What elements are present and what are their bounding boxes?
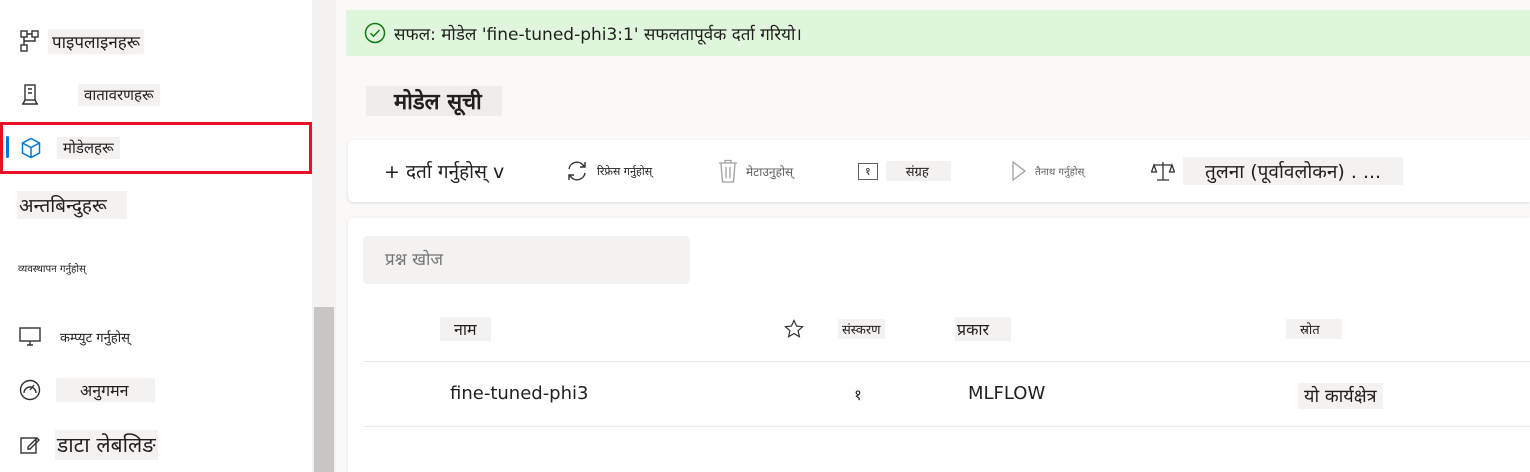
environment-icon [19,84,41,106]
success-banner: सफल: मोडेल 'fine-tuned-phi3:1' सफलतापूर्… [346,10,1530,56]
deploy-label: तैनाथ गर्नुहोस् [1035,167,1085,178]
command-toolbar: + दर्ता गर्नुहोस् v रिफ्रेस गर्नुहोस् मे… [348,140,1530,202]
sidebar-item-label: मोडेलहरू [57,137,120,159]
app-window: पाइपलाइनहरू वातावरणहरू मोडेलहरू अन्तबिन्… [0,0,1530,472]
banner-message: सफल: मोडेल 'fine-tuned-phi3:1' सफलतापूर्… [394,24,802,45]
edit-icon [19,434,41,456]
archive-button[interactable]: १ संग्रह [858,140,951,202]
pipeline-icon [19,30,41,52]
cube-icon [20,137,42,159]
column-header-version[interactable]: संस्करण [838,318,885,340]
model-name-link[interactable]: fine-tuned-phi3 [450,383,588,404]
register-label: + दर्ता गर्नुहोस् v [384,161,505,183]
sidebar-item-monitoring[interactable]: अनुगमन [0,375,312,405]
model-source: यो कार्यक्षेत्र [1298,383,1383,409]
sidebar-item-label: अन्तबिन्दुहरू [17,191,127,219]
trash-icon [719,159,737,183]
compare-button[interactable]: तुलना (पूर्वावलोकन) . ... [1151,140,1404,202]
model-list-panel: नाम संस्करण प्रकार स्रोत fine-tuned-phi3… [348,218,1530,472]
sidebar-item-label: वातावरणहरू [78,84,160,106]
scale-icon [1151,162,1175,181]
sidebar-scrollbar[interactable] [312,0,336,472]
column-header-name[interactable]: नाम [440,317,491,341]
sidebar-item-label: व्यवस्थापन गर्नुहोस् [18,264,86,275]
refresh-button[interactable]: रिफ्रेस गर्नुहोस् [565,140,652,202]
refresh-icon [568,161,586,181]
sidebar-item-label: पाइपलाइनहरू [48,28,145,54]
sidebar-item-data-labeling[interactable]: डाटा लेबलिङ [0,428,312,462]
register-button[interactable]: + दर्ता गर्नुहोस् v [384,140,504,202]
sidebar-item-environments[interactable]: वातावरणहरू [0,80,312,110]
page-title: मोडेल सूची [366,86,502,116]
sidebar-item-label: कम्प्युट गर्नुहोस् [60,331,130,346]
selection-indicator [6,136,9,158]
play-icon [1012,160,1027,182]
row-divider [363,426,1530,427]
favorite-star-icon[interactable] [784,318,804,340]
deploy-button[interactable]: तैनाथ गर्नुहोस् [1011,140,1084,202]
archive-label: संग्रह [885,161,951,181]
sidebar-item-endpoints[interactable]: अन्तबिन्दुहरू [0,190,312,220]
model-type: MLFLOW [968,383,1046,404]
sidebar-item-label: डाटा लेबलिङ [55,430,158,460]
main-content: सफल: मोडेल 'fine-tuned-phi3:1' सफलतापूर्… [336,0,1530,472]
search-input[interactable] [363,236,690,284]
delete-button[interactable]: मेटाउनुहोस् [718,140,793,202]
archive-count-badge: १ [858,162,878,180]
refresh-label: रिफ्रेस गर्नुहोस् [597,164,653,178]
scrollbar-thumb[interactable] [314,307,334,472]
sidebar-item-pipelines[interactable]: पाइपलाइनहरू [0,26,312,56]
sidebar-item-label: अनुगमन [56,378,155,402]
computer-icon [19,326,41,348]
column-header-type[interactable]: प्रकार [955,317,1012,341]
column-header-source[interactable]: स्रोत [1286,318,1342,340]
sidebar-item-models[interactable]: मोडेलहरू [0,122,312,174]
delete-label: मेटाउनुहोस् [746,164,794,179]
model-version: १ [854,386,862,404]
header-divider [363,361,1530,362]
check-circle-icon [364,22,386,44]
sidebar-item-manage[interactable]: व्यवस्थापन गर्नुहोस् [0,258,312,278]
sidebar: पाइपलाइनहरू वातावरणहरू मोडेलहरू अन्तबिन्… [0,0,312,472]
compare-label: तुलना (पूर्वावलोकन) . ... [1183,157,1404,185]
gauge-icon [19,379,41,401]
sidebar-item-compute[interactable]: कम्प्युट गर्नुहोस् [0,322,312,352]
